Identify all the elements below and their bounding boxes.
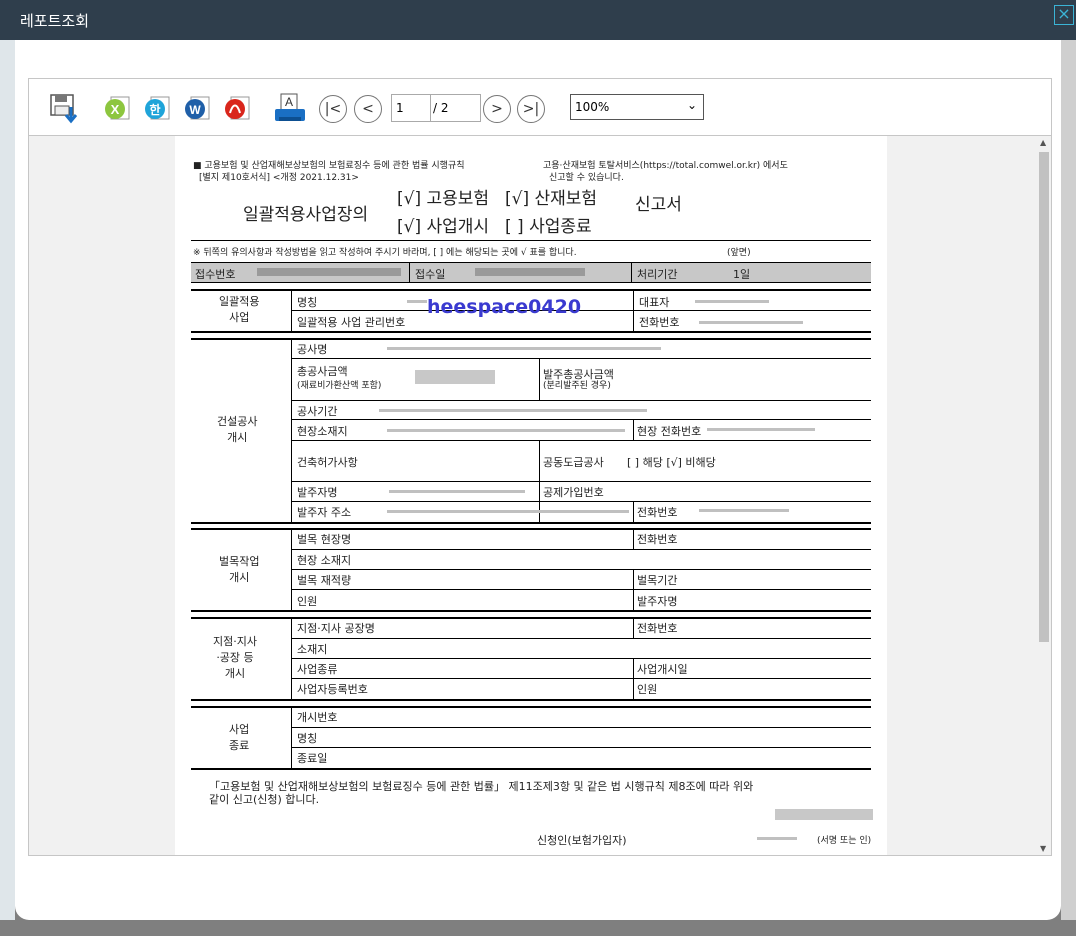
page-number-input[interactable]: 1 bbox=[391, 94, 431, 122]
redacted-receipt-number bbox=[257, 268, 401, 276]
save-icon[interactable] bbox=[49, 93, 79, 124]
logging-amount-label: 벌목 재적량 bbox=[297, 574, 352, 587]
section-logging-title: 벌목작업 개시 bbox=[219, 555, 260, 584]
project-name-label: 공사명 bbox=[297, 343, 328, 356]
total-cost-label: 총공사금액 bbox=[297, 365, 348, 378]
orderer-phone-label: 전화번호 bbox=[637, 506, 678, 519]
receipt-number-label: 접수번호 bbox=[195, 268, 236, 281]
branch-people-label: 인원 bbox=[637, 683, 658, 696]
deduction-number-label: 공제가입번호 bbox=[543, 486, 604, 499]
legal-statement-2: 같이 신고(신청) 합니다. bbox=[209, 793, 320, 806]
background-right bbox=[1061, 40, 1076, 920]
branch-phone-label: 전화번호 bbox=[637, 622, 678, 635]
section-closure-title: 사업 종료 bbox=[229, 723, 250, 752]
site-location-label: 현장소재지 bbox=[297, 425, 348, 438]
logging-people-label: 인원 bbox=[297, 595, 318, 608]
title-option-industrial: [√] 산재보험 bbox=[505, 189, 598, 209]
page-total: / 2 bbox=[431, 94, 481, 122]
print-icon[interactable]: A bbox=[273, 93, 305, 123]
project-period-label: 공사기간 bbox=[297, 405, 338, 418]
joint-contract-value: [ ] 해당 [√] 비해당 bbox=[627, 456, 716, 469]
form-title: 일괄적용사업장의 bbox=[243, 205, 369, 225]
redacted-receipt-date bbox=[475, 268, 585, 276]
site-phone-label: 현장 전화번호 bbox=[637, 425, 702, 438]
applicant-label: 신청인(보험가입자) bbox=[537, 834, 627, 847]
building-permit-label: 건축허가사항 bbox=[297, 456, 358, 469]
business-type-label: 사업종류 bbox=[297, 663, 338, 676]
signature-label: (서명 또는 인) bbox=[817, 836, 872, 846]
title-option-start: [√] 사업개시 bbox=[397, 217, 490, 237]
watermark-text: heespace0420 bbox=[427, 296, 582, 318]
hwp-icon[interactable]: 한 bbox=[143, 93, 173, 123]
document-area: ■ 고용보험 및 산업재해보상보험의 보험료징수 등에 관한 법률 시행규칙 [… bbox=[29, 136, 1051, 855]
pdf-icon[interactable] bbox=[223, 93, 253, 123]
svg-text:W: W bbox=[189, 103, 201, 117]
receipt-date-label: 접수일 bbox=[415, 268, 446, 281]
close-button[interactable]: × bbox=[1054, 5, 1074, 25]
logging-location-label: 현장 소재지 bbox=[297, 554, 352, 567]
svg-text:X: X bbox=[111, 102, 120, 117]
zoom-select[interactable]: 100% ⌄ bbox=[570, 94, 704, 120]
section-branch-title: 지점·지사 ·공장 등 개시 bbox=[213, 635, 257, 680]
window-titlebar: 레포트조회 × bbox=[0, 0, 1076, 40]
report-page: ■ 고용보험 및 산업재해보상보험의 보험료징수 등에 관한 법률 시행규칙 [… bbox=[175, 136, 887, 855]
closure-date-label: 종료일 bbox=[297, 752, 328, 765]
logging-period-label: 벌목기간 bbox=[637, 574, 678, 587]
title-option-employment: [√] 고용보험 bbox=[397, 189, 490, 209]
scroll-thumb[interactable] bbox=[1039, 152, 1049, 642]
start-number-label: 개시번호 bbox=[297, 711, 338, 724]
process-period-label: 처리기간 bbox=[637, 268, 678, 281]
orderer-name-label: 발주자명 bbox=[297, 486, 338, 499]
branch-name-label: 지점·지사 공장명 bbox=[297, 622, 375, 635]
scroll-down-icon[interactable]: ▼ bbox=[1040, 844, 1046, 853]
last-page-button[interactable]: >| bbox=[517, 95, 545, 123]
svg-text:A: A bbox=[285, 95, 293, 109]
word-icon[interactable]: W bbox=[183, 93, 213, 123]
joint-contract-label: 공동도급공사 bbox=[543, 456, 604, 469]
order-cost-sublabel: (분리발주된 경우) bbox=[543, 381, 611, 391]
business-name-label: 명칭 bbox=[297, 296, 318, 309]
logging-phone-label: 전화번호 bbox=[637, 533, 678, 546]
report-viewer: X 한 W A |< < 1 / 2 > >| 100% ⌄ ■ 고용보험 및 … bbox=[28, 78, 1052, 856]
form-notice: ※ 뒤쪽의 유의사항과 작성방법을 읽고 작성하여 주시기 바라며, [ ] 에… bbox=[193, 248, 577, 258]
closure-name-label: 명칭 bbox=[297, 732, 318, 745]
section-construction-title: 건설공사 개시 bbox=[217, 415, 258, 444]
next-page-button[interactable]: > bbox=[483, 95, 511, 123]
online-notice-2: 신고할 수 있습니다. bbox=[549, 173, 624, 183]
excel-icon[interactable]: X bbox=[103, 93, 133, 123]
chevron-down-icon: ⌄ bbox=[686, 98, 697, 112]
background-left bbox=[0, 40, 15, 920]
logging-orderer-label: 발주자명 bbox=[637, 595, 678, 608]
vertical-scrollbar[interactable]: ▲ ▼ bbox=[1037, 136, 1051, 855]
logging-site-label: 벌목 현장명 bbox=[297, 533, 352, 546]
registration-number-label: 사업자등록번호 bbox=[297, 683, 368, 696]
phone-label: 전화번호 bbox=[639, 316, 680, 329]
form-number: [별지 제10호서식] <개정 2021.12.31> bbox=[199, 173, 359, 183]
branch-location-label: 소재지 bbox=[297, 643, 328, 656]
title-option-end: [ ] 사업종료 bbox=[505, 217, 592, 237]
page-side: (앞면) bbox=[727, 248, 751, 258]
orderer-address-label: 발주자 주소 bbox=[297, 506, 352, 519]
process-period-value: 1일 bbox=[733, 268, 751, 281]
representative-label: 대표자 bbox=[639, 296, 670, 309]
business-start-label: 사업개시일 bbox=[637, 663, 688, 676]
viewer-toolbar: X 한 W A |< < 1 / 2 > >| 100% ⌄ bbox=[29, 79, 1051, 136]
prev-page-button[interactable]: < bbox=[354, 95, 382, 123]
section-business-title: 일괄적용 사업 bbox=[219, 295, 260, 324]
first-page-button[interactable]: |< bbox=[319, 95, 347, 123]
management-number-label: 일괄적용 사업 관리번호 bbox=[297, 316, 406, 329]
zoom-value: 100% bbox=[575, 100, 610, 114]
form-title-end: 신고서 bbox=[635, 195, 682, 215]
svg-text:한: 한 bbox=[149, 102, 160, 117]
window-title: 레포트조회 bbox=[20, 12, 90, 30]
total-cost-sublabel: (재료비가환산액 포함) bbox=[297, 381, 382, 391]
scroll-up-icon[interactable]: ▲ bbox=[1040, 138, 1046, 147]
